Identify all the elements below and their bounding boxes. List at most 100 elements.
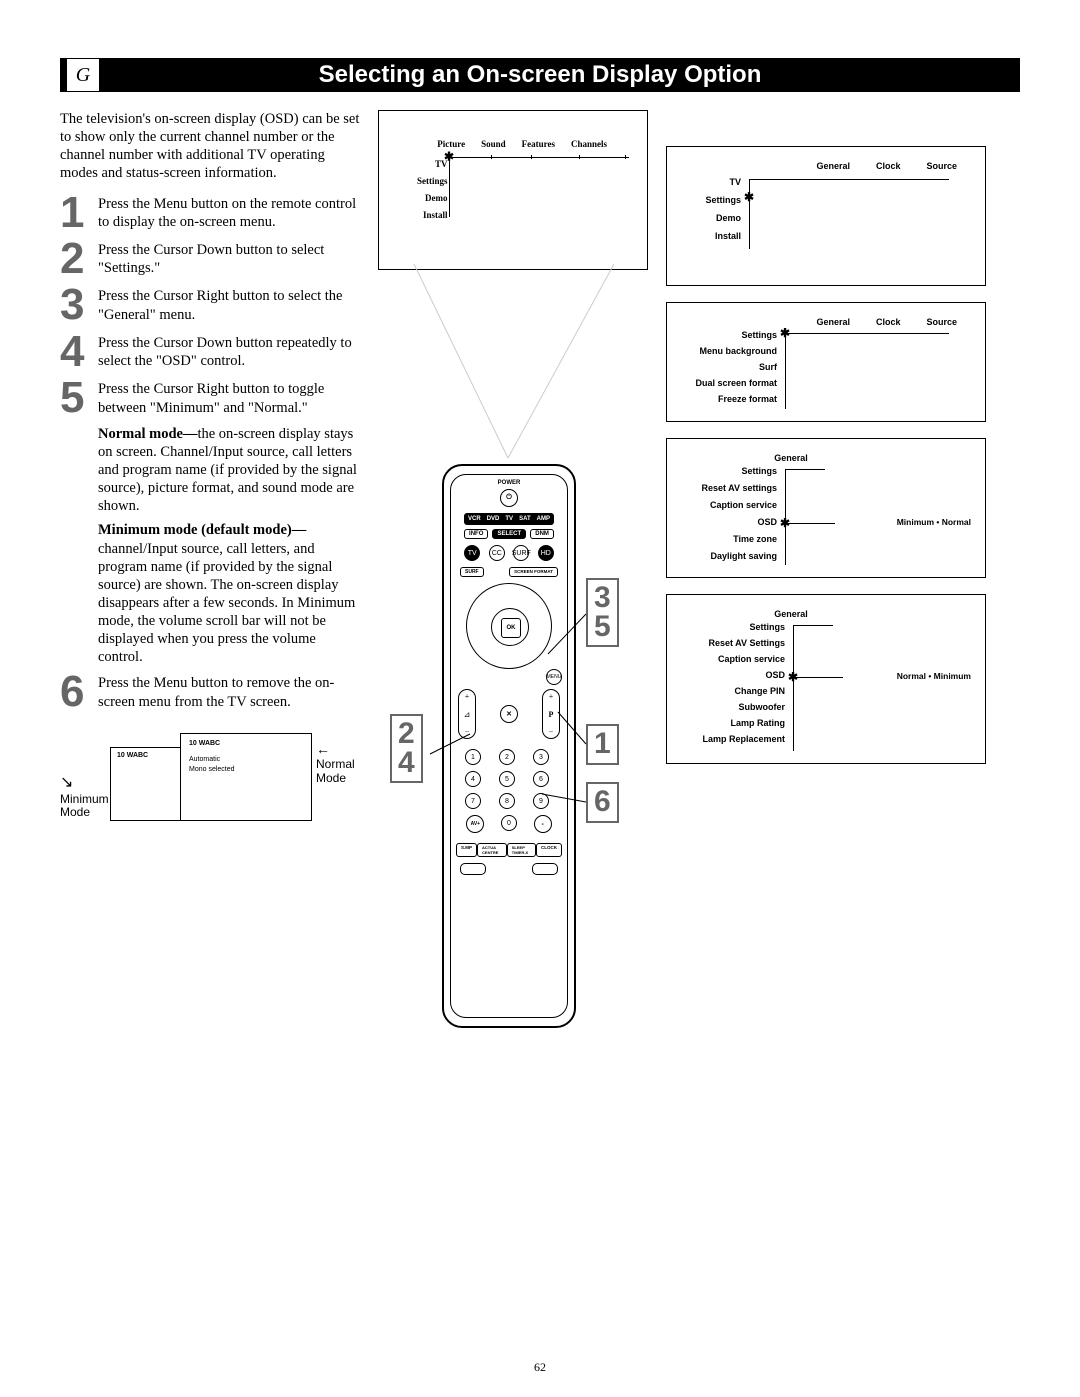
key-7[interactable]: 7: [465, 793, 481, 809]
pip-right-button[interactable]: [532, 863, 558, 875]
menu-row: Subwoofer: [673, 699, 785, 715]
dnm-button[interactable]: DNM: [530, 529, 554, 539]
screen-format-button[interactable]: SCREEN FORMAT: [509, 567, 558, 577]
beam-icon: [378, 258, 648, 468]
key-3[interactable]: 3: [533, 749, 549, 765]
menu-row: Settings: [673, 619, 785, 635]
dash-button[interactable]: -: [534, 815, 552, 833]
cursor-marker: ✱: [744, 190, 754, 204]
key-2[interactable]: 2: [499, 749, 515, 765]
menu-col: Features: [522, 139, 555, 149]
menu-col: General: [816, 317, 850, 327]
cursor-pad[interactable]: OK: [466, 583, 552, 669]
volume-rocker[interactable]: +⊿−: [458, 689, 476, 739]
menu-row: Settings: [417, 173, 448, 190]
menu-row: TV: [681, 173, 741, 191]
info-button[interactable]: INFO: [464, 529, 488, 539]
top-menu-diagram: Picture Sound Features Channels ✱ TV Set…: [378, 110, 648, 270]
submenu-4: General ✱ Settings Reset AV Settings Cap…: [666, 594, 986, 764]
pip-left-button[interactable]: [460, 863, 486, 875]
src-vcr: VCR: [468, 516, 481, 522]
step-text: Press the Cursor Right button to toggle …: [98, 378, 360, 418]
program-rocker[interactable]: +P−: [542, 689, 560, 739]
callout-num: 1: [594, 730, 611, 759]
key-9[interactable]: 9: [533, 793, 549, 809]
source-selector[interactable]: VCR DVD TV SAT AMP: [464, 513, 554, 525]
normal-example-box: 10 WABC Automatic Mono selected: [180, 733, 312, 821]
sleep-button[interactable]: SLEEP TIMER-X: [507, 843, 536, 857]
avplus-button[interactable]: AV+: [466, 815, 484, 833]
callout-6: 6: [586, 782, 619, 823]
key-8[interactable]: 8: [499, 793, 515, 809]
vol-icon: ⊿: [464, 710, 471, 719]
step-number: 1: [60, 193, 98, 233]
menu-col: Picture: [437, 139, 465, 149]
cursor-marker: ✱: [780, 326, 790, 340]
menu-row: Demo: [417, 190, 448, 207]
ok-button[interactable]: OK: [501, 618, 521, 638]
menu-row: OSD: [673, 667, 785, 683]
step-text: Press the Cursor Down button repeatedly …: [98, 332, 360, 372]
key-0[interactable]: 0: [501, 815, 517, 831]
step-number: 3: [60, 285, 98, 325]
menu-col: Source: [926, 161, 957, 171]
src-sat: SAT: [519, 516, 531, 522]
step-3: 3 Press the Cursor Right button to selec…: [60, 285, 360, 325]
key-5[interactable]: 5: [499, 771, 515, 787]
menu-col: Clock: [876, 317, 901, 327]
callout-num: 5: [594, 613, 611, 642]
menu-col: General: [816, 161, 850, 171]
src-tv: TV: [505, 516, 513, 522]
key-6[interactable]: 6: [533, 771, 549, 787]
callout-1: 1: [586, 724, 619, 765]
key-4[interactable]: 4: [465, 771, 481, 787]
mute-button[interactable]: ✕: [500, 705, 518, 723]
menu-row: Demo: [681, 209, 741, 227]
menu-row: Daylight saving: [677, 548, 777, 565]
step-number: 6: [60, 672, 98, 712]
menu-row: Install: [681, 227, 741, 245]
normal-mode-label: Normal mode—: [98, 426, 197, 442]
key-1[interactable]: 1: [465, 749, 481, 765]
surf-button[interactable]: SURF: [513, 545, 529, 561]
power-button[interactable]: ⏻: [500, 489, 518, 507]
menu-col: Sound: [481, 139, 506, 149]
submenu-2: General Clock Source ✱ Settings Menu bac…: [666, 302, 986, 422]
select-button[interactable]: SELECT: [492, 529, 526, 539]
channel-label: 10 WABC: [117, 752, 148, 761]
menu-row: Settings: [677, 463, 777, 480]
cc-button[interactable]: CC: [489, 545, 505, 561]
norm-mode-label: Normal Mode: [316, 758, 360, 784]
smp-button[interactable]: S.MP: [456, 843, 477, 857]
auto-label: Automatic: [189, 756, 220, 765]
menu-row: OSD: [677, 514, 777, 531]
menu-row: Lamp Rating: [673, 715, 785, 731]
surf2-button[interactable]: SURF: [460, 567, 484, 577]
step-6: 6 Press the Menu button to remove the on…: [60, 672, 360, 712]
minimum-mode-text: channel/Input source, call letters, and …: [98, 541, 355, 666]
callout-num: 3: [594, 584, 611, 613]
menu-button[interactable]: MENU: [546, 669, 562, 685]
remote-column: Picture Sound Features Channels ✱ TV Set…: [378, 110, 648, 1034]
callout-num: 2: [398, 720, 415, 749]
normal-mode-desc: Normal mode—the on-screen display stays …: [98, 425, 360, 516]
instructions-column: The television's on-screen display (OSD)…: [60, 110, 360, 1034]
step-number: 2: [60, 239, 98, 279]
channel-label: 10 WABC: [189, 740, 220, 749]
submenu-column: General Clock Source ✱ TV Settings Demo …: [666, 110, 986, 1034]
hd-button[interactable]: HD: [538, 545, 554, 561]
src-dvd: DVD: [487, 516, 500, 522]
mono-label: Mono selected: [189, 766, 235, 775]
minimum-mode-label: Minimum mode (default mode)—: [98, 522, 306, 538]
osd-options: Normal • Minimum: [897, 671, 971, 681]
menu-row: Change PIN: [673, 683, 785, 699]
actua-button[interactable]: ACTUA CENTRE: [477, 843, 507, 857]
menu-col: Source: [926, 317, 957, 327]
tv-button[interactable]: TV: [464, 545, 480, 561]
menu-row: Menu background: [677, 343, 777, 359]
menu-col: Clock: [876, 161, 901, 171]
clock-button[interactable]: CLOCK: [536, 843, 562, 857]
menu-row: Reset AV settings: [677, 480, 777, 497]
menu-row: TV: [417, 156, 448, 173]
callout-num: 6: [594, 788, 611, 817]
